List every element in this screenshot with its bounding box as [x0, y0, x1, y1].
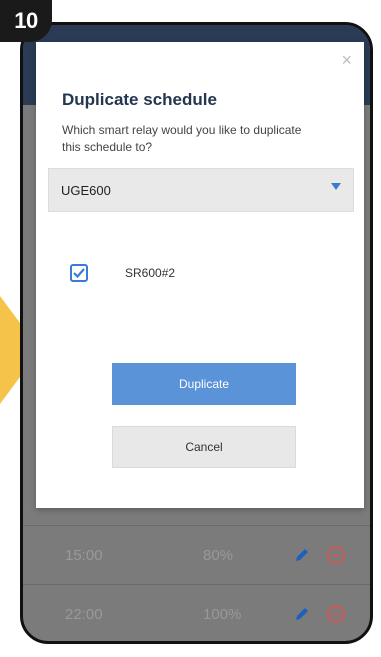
device-label: SR600#2 [125, 266, 176, 280]
dialog-subtitle: Which smart relay would you like to dupl… [62, 123, 302, 154]
checkmark-icon [73, 268, 85, 278]
schedule-list: 15:00 80% 22:00 100% [23, 525, 370, 641]
relay-select-value: UGE600 [61, 183, 111, 198]
step-number: 10 [14, 8, 38, 33]
schedule-value: 80% [203, 546, 234, 564]
duplicate-button-label: Duplicate [178, 377, 230, 391]
schedule-row: 15:00 80% [23, 525, 370, 584]
remove-icon[interactable] [326, 604, 346, 624]
schedule-value: 100% [203, 605, 242, 623]
pencil-icon[interactable] [293, 605, 311, 623]
chevron-down-icon [331, 183, 341, 190]
close-icon[interactable]: × [341, 50, 352, 71]
cancel-button[interactable]: Cancel [112, 426, 296, 468]
schedule-time: 22:00 [65, 605, 103, 623]
cancel-button-label: Cancel [185, 440, 223, 454]
schedule-time: 15:00 [65, 546, 103, 564]
duplicate-schedule-dialog: × Duplicate schedule Which smart relay w… [36, 42, 364, 508]
dialog-title: Duplicate schedule [62, 90, 217, 109]
schedule-row: 22:00 100% [23, 584, 370, 641]
step-badge: 10 [0, 0, 52, 42]
device-checkbox[interactable] [70, 264, 88, 282]
relay-select[interactable]: UGE600 [48, 168, 354, 212]
device-option: SR600#2 [70, 264, 175, 282]
pencil-icon[interactable] [293, 546, 311, 564]
remove-icon[interactable] [326, 545, 346, 565]
duplicate-button[interactable]: Duplicate [112, 363, 296, 405]
